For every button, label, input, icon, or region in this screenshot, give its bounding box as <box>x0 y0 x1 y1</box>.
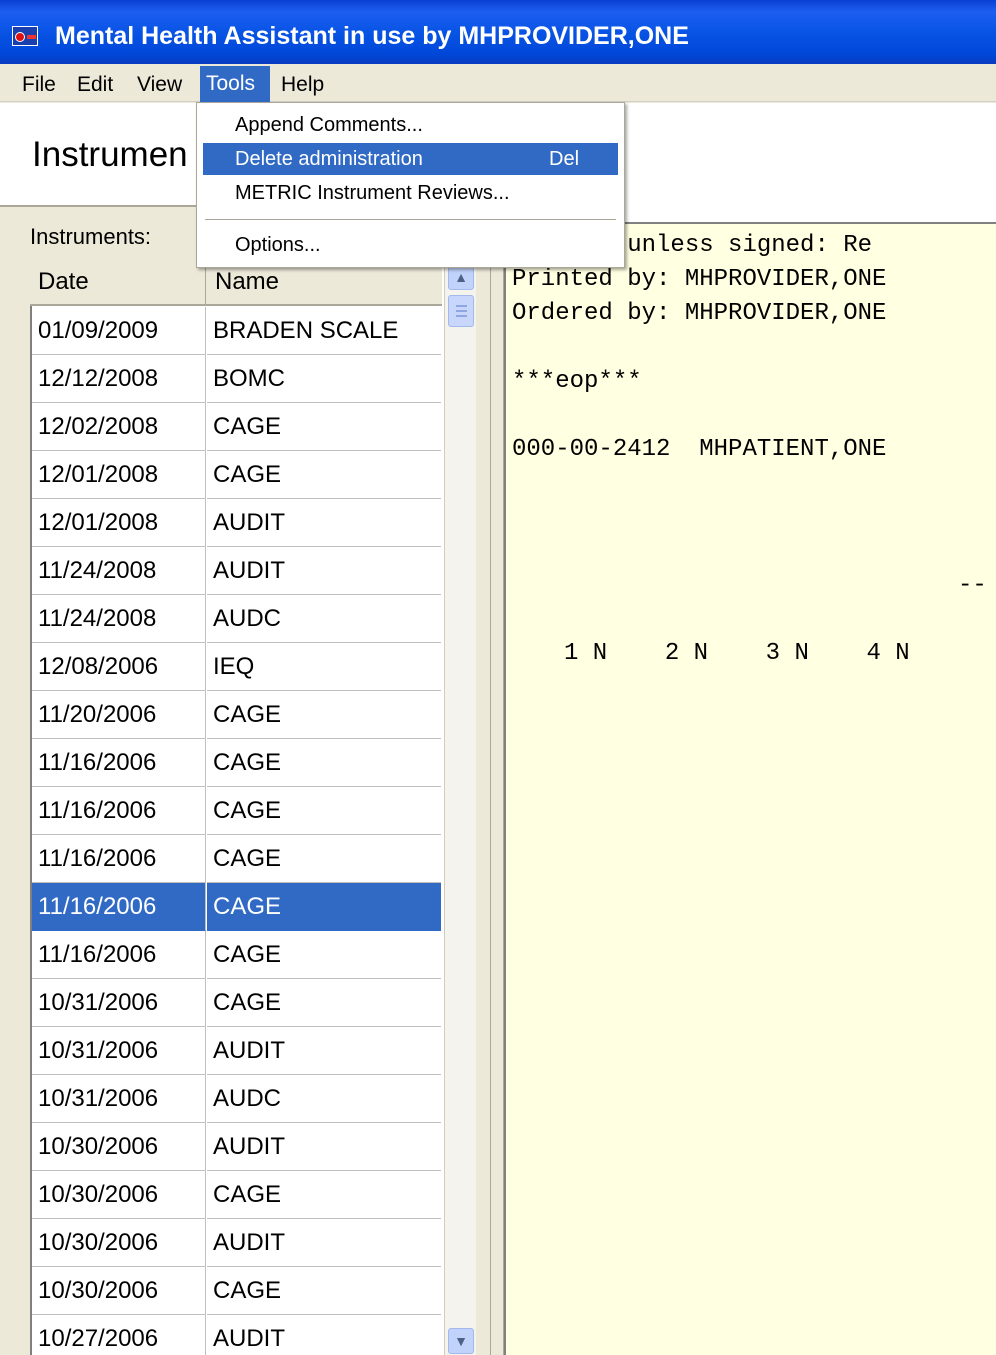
table-row[interactable]: 11/16/2006 CAGE <box>32 739 441 787</box>
report-pane[interactable]: lid unless signed: Re Printed by: MHPROV… <box>504 222 996 1355</box>
app-icon[interactable] <box>12 26 38 46</box>
menu-view[interactable]: View <box>131 70 188 100</box>
cell-name: CAGE <box>207 739 441 787</box>
table-row[interactable]: 12/02/2008 CAGE <box>32 403 441 451</box>
title-bar: Mental Health Assistant in use by MHPROV… <box>0 0 996 64</box>
table-row[interactable]: 11/16/2006 CAGE <box>32 931 441 979</box>
cell-date: 12/01/2008 <box>32 451 206 499</box>
report-line: Printed by: MHPROVIDER,ONE <box>512 266 887 293</box>
table-row[interactable]: 11/16/2006 CAGE <box>32 883 441 931</box>
table-row[interactable]: 01/09/2009 BRADEN SCALE <box>32 307 441 355</box>
table-row[interactable]: 11/24/2008 AUDIT <box>32 547 441 595</box>
cell-date: 01/09/2009 <box>32 307 206 355</box>
cell-name: AUDC <box>207 595 441 643</box>
cell-date: 11/16/2006 <box>32 787 206 835</box>
cell-name: AUDIT <box>207 1123 441 1171</box>
cell-name: BRADEN SCALE <box>207 307 441 355</box>
cell-name: CAGE <box>207 835 441 883</box>
table-row[interactable]: 10/31/2006 CAGE <box>32 979 441 1027</box>
report-line: 1 N 2 N 3 N 4 N <box>564 640 910 667</box>
cell-date: 10/30/2006 <box>32 1267 206 1315</box>
table-row[interactable]: 11/20/2006 CAGE <box>32 691 441 739</box>
table-row[interactable]: 11/16/2006 CAGE <box>32 787 441 835</box>
cell-name: CAGE <box>207 979 441 1027</box>
cell-date: 11/16/2006 <box>32 883 206 931</box>
cell-date: 11/24/2008 <box>32 595 206 643</box>
report-line: Ordered by: MHPROVIDER,ONE <box>512 300 887 327</box>
tools-menu: Append Comments... Delete administration… <box>196 102 625 268</box>
cell-date: 11/20/2006 <box>32 691 206 739</box>
cell-date: 11/24/2008 <box>32 547 206 595</box>
scroll-down-button[interactable]: ▼ <box>448 1328 474 1354</box>
cell-name: AUDIT <box>207 1315 441 1355</box>
cell-date: 10/30/2006 <box>32 1171 206 1219</box>
cell-name: AUDIT <box>207 499 441 547</box>
table-row[interactable]: 12/01/2008 AUDIT <box>32 499 441 547</box>
cell-date: 11/16/2006 <box>32 739 206 787</box>
menu-tools[interactable]: Tools <box>200 66 270 102</box>
cell-date: 12/08/2006 <box>32 643 206 691</box>
menu-item-metric-reviews[interactable]: METRIC Instrument Reviews... <box>203 177 618 209</box>
instruments-scrollbar[interactable]: ▲ ▼ <box>444 262 476 1355</box>
cell-name: CAGE <box>207 1267 441 1315</box>
cell-date: 10/31/2006 <box>32 1075 206 1123</box>
table-row[interactable]: 10/30/2006 AUDIT <box>32 1123 441 1171</box>
column-header-date[interactable]: Date <box>30 258 206 306</box>
window-title: Mental Health Assistant in use by MHPROV… <box>55 22 689 50</box>
cell-name: CAGE <box>207 883 441 931</box>
cell-name: CAGE <box>207 1171 441 1219</box>
cell-name: AUDIT <box>207 1027 441 1075</box>
table-row[interactable]: 11/24/2008 AUDC <box>32 595 441 643</box>
cell-name: CAGE <box>207 451 441 499</box>
menu-separator <box>205 219 616 221</box>
table-row[interactable]: 10/31/2006 AUDC <box>32 1075 441 1123</box>
cell-name: CAGE <box>207 931 441 979</box>
menu-bar: File Edit View Help <box>0 64 996 102</box>
report-line: ***eop*** <box>512 368 642 395</box>
cell-date: 10/31/2006 <box>32 1027 206 1075</box>
instruments-label: Instruments: <box>30 224 152 249</box>
panel-splitter[interactable] <box>490 205 504 1355</box>
cell-date: 11/16/2006 <box>32 931 206 979</box>
menu-file[interactable]: File <box>16 70 62 100</box>
page-title: Instrumen <box>32 135 188 174</box>
table-row[interactable]: 12/08/2006 IEQ <box>32 643 441 691</box>
cell-date: 11/16/2006 <box>32 835 206 883</box>
cell-name: CAGE <box>207 403 441 451</box>
cell-date: 10/30/2006 <box>32 1219 206 1267</box>
cell-date: 10/31/2006 <box>32 979 206 1027</box>
cell-date: 12/02/2008 <box>32 403 206 451</box>
menu-item-append-comments[interactable]: Append Comments... <box>203 109 618 141</box>
table-row[interactable]: 10/30/2006 CAGE <box>32 1267 441 1315</box>
cell-name: CAGE <box>207 787 441 835</box>
scroll-thumb[interactable] <box>448 295 474 327</box>
menu-edit[interactable]: Edit <box>71 70 119 100</box>
report-line: 000-00-2412 MHPATIENT,ONE <box>512 436 887 463</box>
table-row[interactable]: 12/01/2008 CAGE <box>32 451 441 499</box>
cell-name: CAGE <box>207 691 441 739</box>
cell-name: AUDC <box>207 1075 441 1123</box>
report-line: -- <box>958 572 987 599</box>
table-row[interactable]: 10/31/2006 AUDIT <box>32 1027 441 1075</box>
cell-date: 12/12/2008 <box>32 355 206 403</box>
table-row[interactable]: 10/30/2006 AUDIT <box>32 1219 441 1267</box>
menu-item-label: Delete administration <box>235 148 423 170</box>
menu-item-options[interactable]: Options... <box>203 229 618 261</box>
table-row[interactable]: 10/27/2006 AUDIT <box>32 1315 441 1355</box>
cell-date: 10/30/2006 <box>32 1123 206 1171</box>
menu-help[interactable]: Help <box>275 70 330 100</box>
cell-date: 12/01/2008 <box>32 499 206 547</box>
table-row[interactable]: 12/12/2008 BOMC <box>32 355 441 403</box>
cell-name: IEQ <box>207 643 441 691</box>
menu-item-delete-administration[interactable]: Delete administration Del <box>203 143 618 175</box>
table-row[interactable]: 10/30/2006 CAGE <box>32 1171 441 1219</box>
cell-date: 10/27/2006 <box>32 1315 206 1355</box>
table-row[interactable]: 11/16/2006 CAGE <box>32 835 441 883</box>
cell-name: BOMC <box>207 355 441 403</box>
cell-name: AUDIT <box>207 547 441 595</box>
menu-item-shortcut: Del <box>549 148 580 170</box>
cell-name: AUDIT <box>207 1219 441 1267</box>
